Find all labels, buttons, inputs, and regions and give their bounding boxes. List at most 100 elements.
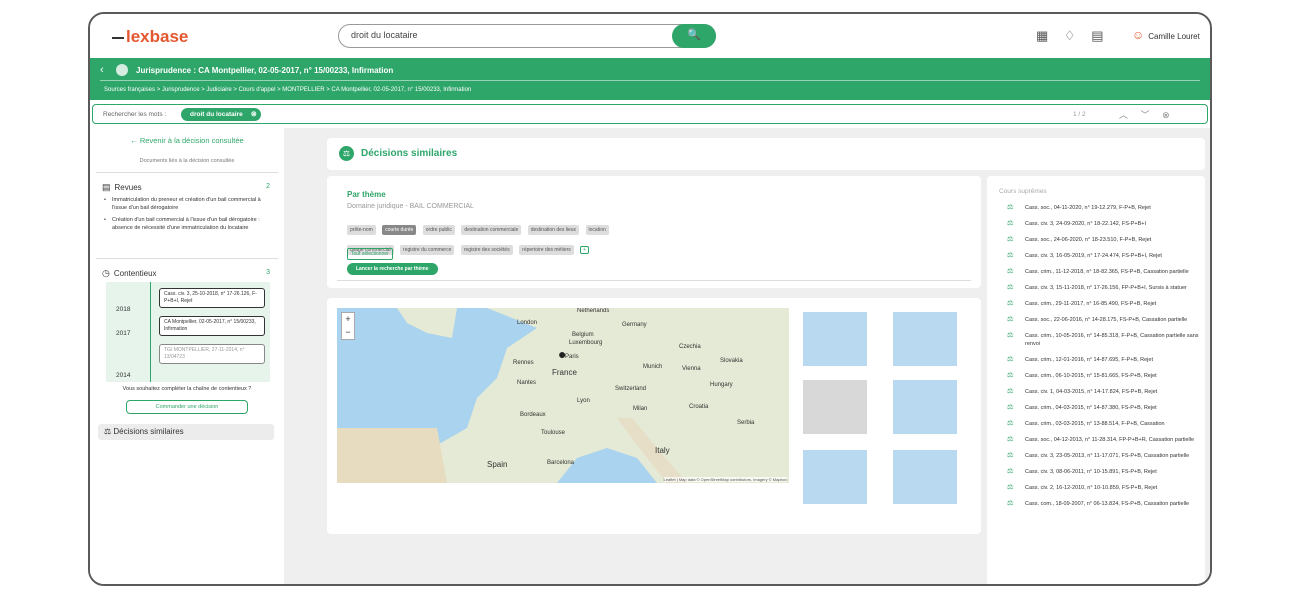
map[interactable]: + − ● London Netherlands Germany Belgium… xyxy=(337,308,789,483)
map-label: Milan xyxy=(633,406,648,412)
decision-label: Cass. crim., 10-05-2016, n° 14-85.318, F… xyxy=(1025,333,1199,347)
supreme-court-decision-link[interactable]: ⚖ Cass. civ. 2, 16-12-2010, n° 10-10.859,… xyxy=(1003,484,1199,492)
zoom-in-button[interactable]: + xyxy=(342,313,354,326)
supreme-court-decision-link[interactable]: ⚖ Cass. civ. 3, 23-05-2013, n° 11-17.071,… xyxy=(1003,452,1199,460)
list-item[interactable]: Création d'un bail commercial à l'issue … xyxy=(104,216,274,232)
scale-icon: ⚖ xyxy=(1007,300,1014,307)
back-chevron-icon[interactable]: ‹ xyxy=(100,64,104,76)
decision-label: Cass. civ. 3, 15-11-2018, n° 17-26.156, … xyxy=(1025,285,1187,291)
decision-label: Cass. crim., 12-01-2016, n° 14-87.695, F… xyxy=(1025,357,1153,363)
territory-thumbnail[interactable] xyxy=(803,312,867,366)
supreme-court-decision-link[interactable]: ⚖ Cass. soc., 24-06-2020, n° 18-23.510, F… xyxy=(1003,236,1199,244)
user-name: Camille Louret xyxy=(1148,32,1200,41)
supreme-court-decision-link[interactable]: ⚖ Cass. crim., 06-10-2015, n° 15-81.665, … xyxy=(1003,372,1199,380)
back-to-decision-link[interactable]: ← Revenir à la décision consultée xyxy=(90,136,284,145)
supreme-court-decision-link[interactable]: ⚖ Cass. crim., 10-05-2016, n° 14-85.318, … xyxy=(1003,332,1199,348)
map-label: Vienna xyxy=(682,366,701,372)
supreme-court-decision-link[interactable]: ⚖ Cass. soc., 04-12-2013, n° 11-28.314, F… xyxy=(1003,436,1199,444)
supreme-court-decision-link[interactable]: ⚖ Cass. soc., 04-11-2020, n° 19-12.279, F… xyxy=(1003,204,1199,212)
supreme-court-decision-link[interactable]: ⚖ Cass. crim., 04-03-2015, n° 14-87.380, … xyxy=(1003,404,1199,412)
map-label: Serbia xyxy=(737,420,755,426)
theme-tag[interactable]: répertoire des métiers xyxy=(519,245,574,255)
contentieux-count: 3 xyxy=(266,269,270,276)
territory-thumbnail[interactable] xyxy=(893,450,957,504)
next-match-icon[interactable]: ﹀ xyxy=(1141,110,1150,120)
timeline-card[interactable]: CA Montpellier, 02-05-2017, n° 15/00233,… xyxy=(159,316,265,336)
decision-label: Cass. civ. 3, 16-05-2019, n° 17-24.474, … xyxy=(1025,253,1162,259)
select-all-button[interactable]: Tout sélectionner xyxy=(347,248,393,260)
revues-heading[interactable]: ▤ Revues xyxy=(102,182,142,193)
map-label: Spain xyxy=(487,460,508,469)
user-menu[interactable]: ☺ Camille Louret xyxy=(1132,28,1200,42)
theme-tag[interactable]: ordre public xyxy=(422,225,455,235)
supreme-court-decision-link[interactable]: ⚖ Cass. soc., 22-06-2016, n° 14-28.175, F… xyxy=(1003,316,1199,324)
list-item[interactable]: Immatriculation du preneur et création d… xyxy=(104,196,274,212)
scale-icon: ⚖ xyxy=(1007,468,1014,475)
content-area: ← Revenir à la décision consultée Docume… xyxy=(90,128,1210,584)
decision-label: Cass. crim., 29-11-2017, n° 16-85.490, F… xyxy=(1025,301,1157,307)
scale-icon: ⚖ xyxy=(1007,268,1014,275)
search-input[interactable]: droit du locataire xyxy=(351,30,418,40)
contentieux-heading[interactable]: ◷ Contentieux xyxy=(102,268,157,279)
lexbase-logo[interactable]: lexbase xyxy=(112,27,188,47)
timeline-card[interactable]: TGI MONTPELLIER, 27-11-2014, n° 13/04723 xyxy=(159,344,265,364)
divider xyxy=(96,258,278,259)
supreme-court-decision-link[interactable]: ⚖ Cass. com., 18-09-2007, n° 06-13.824, F… xyxy=(1003,500,1199,508)
order-decision-button[interactable]: Commander une décision xyxy=(126,400,248,414)
supreme-court-decision-link[interactable]: ⚖ Cass. crim., 03-03-2015, n° 13-88.514, … xyxy=(1003,420,1199,428)
previous-match-icon[interactable]: ︿ xyxy=(1119,110,1128,120)
similar-decisions-item[interactable]: ⚖ Décisions similaires xyxy=(98,424,274,440)
decision-label: Cass. civ. 3, 24-09-2020, n° 18-22.142, … xyxy=(1025,221,1147,227)
search-button[interactable]: 🔍 xyxy=(672,24,716,48)
theme-tag[interactable]: prête-nom xyxy=(347,225,376,235)
map-label: Switzerland xyxy=(615,386,647,392)
supreme-court-decision-link[interactable]: ⚖ Cass. civ. 1, 04-03-2015, n° 14-17.824,… xyxy=(1003,388,1199,396)
bell-icon[interactable]: ♢ xyxy=(1064,28,1076,44)
clock-icon: ◷ xyxy=(102,268,110,278)
supreme-court-decision-link[interactable]: ⚖ Cass. civ. 3, 24-09-2020, n° 18-22.142,… xyxy=(1003,220,1199,228)
scale-icon: ⚖ xyxy=(1007,500,1014,507)
map-attribution[interactable]: Leaflet | Map data © OpenStreetMap contr… xyxy=(663,477,787,482)
map-label: Barcelona xyxy=(547,460,575,466)
launch-theme-search-button[interactable]: Lancer la recherche par thème xyxy=(347,263,438,275)
theme-tag-selected[interactable]: courte durée xyxy=(382,225,417,235)
calendar-icon[interactable]: ▦ xyxy=(1036,28,1048,44)
territory-thumbnail[interactable] xyxy=(803,450,867,504)
territory-thumbnail[interactable] xyxy=(803,380,867,434)
user-icon: ☺ xyxy=(1132,28,1145,42)
supreme-court-decision-link[interactable]: ⚖ Cass. civ. 3, 15-11-2018, n° 17-26.156,… xyxy=(1003,284,1199,292)
supreme-court-decision-link[interactable]: ⚖ Cass. civ. 3, 16-05-2019, n° 17-24.474,… xyxy=(1003,252,1199,260)
territory-thumbnail[interactable] xyxy=(893,380,957,434)
top-bar: lexbase droit du locataire 🔍 ▦ ♢ ▤ ☺ Cami… xyxy=(90,14,1210,58)
territory-thumbnail[interactable] xyxy=(893,312,957,366)
sidebar: ← Revenir à la décision consultée Docume… xyxy=(90,128,284,584)
supreme-courts-heading: Cours suprêmes xyxy=(999,188,1047,195)
theme-tag[interactable]: registre des sociétés xyxy=(460,245,513,255)
theme-tag[interactable]: location xyxy=(585,225,609,235)
supreme-court-decision-link[interactable]: ⚖ Cass. civ. 3, 08-06-2011, n° 10-15.891,… xyxy=(1003,468,1199,476)
zoom-out-button[interactable]: − xyxy=(342,326,354,339)
search-box[interactable]: droit du locataire 🔍 xyxy=(338,24,716,48)
library-icon[interactable]: ▤ xyxy=(1091,28,1103,44)
supreme-court-decision-link[interactable]: ⚖ Cass. crim., 11-12-2018, n° 18-82.365, … xyxy=(1003,268,1199,276)
theme-title: Par thème xyxy=(347,190,386,199)
theme-tag[interactable]: destination commerciale xyxy=(461,225,522,235)
document-title: Jurisprudence : CA Montpellier, 02-05-20… xyxy=(136,66,394,75)
scale-icon: ⚖ xyxy=(1007,220,1014,227)
timeline-card[interactable]: Cass. civ. 3, 25-10-2018, n° 17-26.126, … xyxy=(159,288,265,308)
chip-close-icon[interactable]: ⊗ xyxy=(251,108,257,121)
supreme-court-decision-link[interactable]: ⚖ Cass. crim., 12-01-2016, n° 14-87.695, … xyxy=(1003,356,1199,364)
find-chip[interactable]: droit du locataire ⊗ xyxy=(181,108,261,121)
map-label: Luxembourg xyxy=(569,340,603,346)
theme-tag[interactable]: destination des lieux xyxy=(527,225,580,235)
scale-icon: ⚖ xyxy=(1007,388,1014,395)
theme-tag[interactable]: registre du commerce xyxy=(400,245,455,255)
breadcrumb[interactable]: Sources françaises > Jurisprudence > Jud… xyxy=(104,87,471,93)
decision-label: Cass. crim., 11-12-2018, n° 18-82.365, F… xyxy=(1025,269,1189,275)
add-tag-button[interactable]: + xyxy=(580,246,590,254)
supreme-court-decision-link[interactable]: ⚖ Cass. crim., 29-11-2017, n° 16-85.490, … xyxy=(1003,300,1199,308)
close-find-icon[interactable]: ⊗ xyxy=(1162,110,1170,120)
timeline-year: 2017 xyxy=(116,330,131,337)
supreme-courts-panel: Cours suprêmes ⚖ Cass. soc., 04-11-2020, … xyxy=(987,176,1205,584)
search-icon: 🔍 xyxy=(687,29,701,41)
